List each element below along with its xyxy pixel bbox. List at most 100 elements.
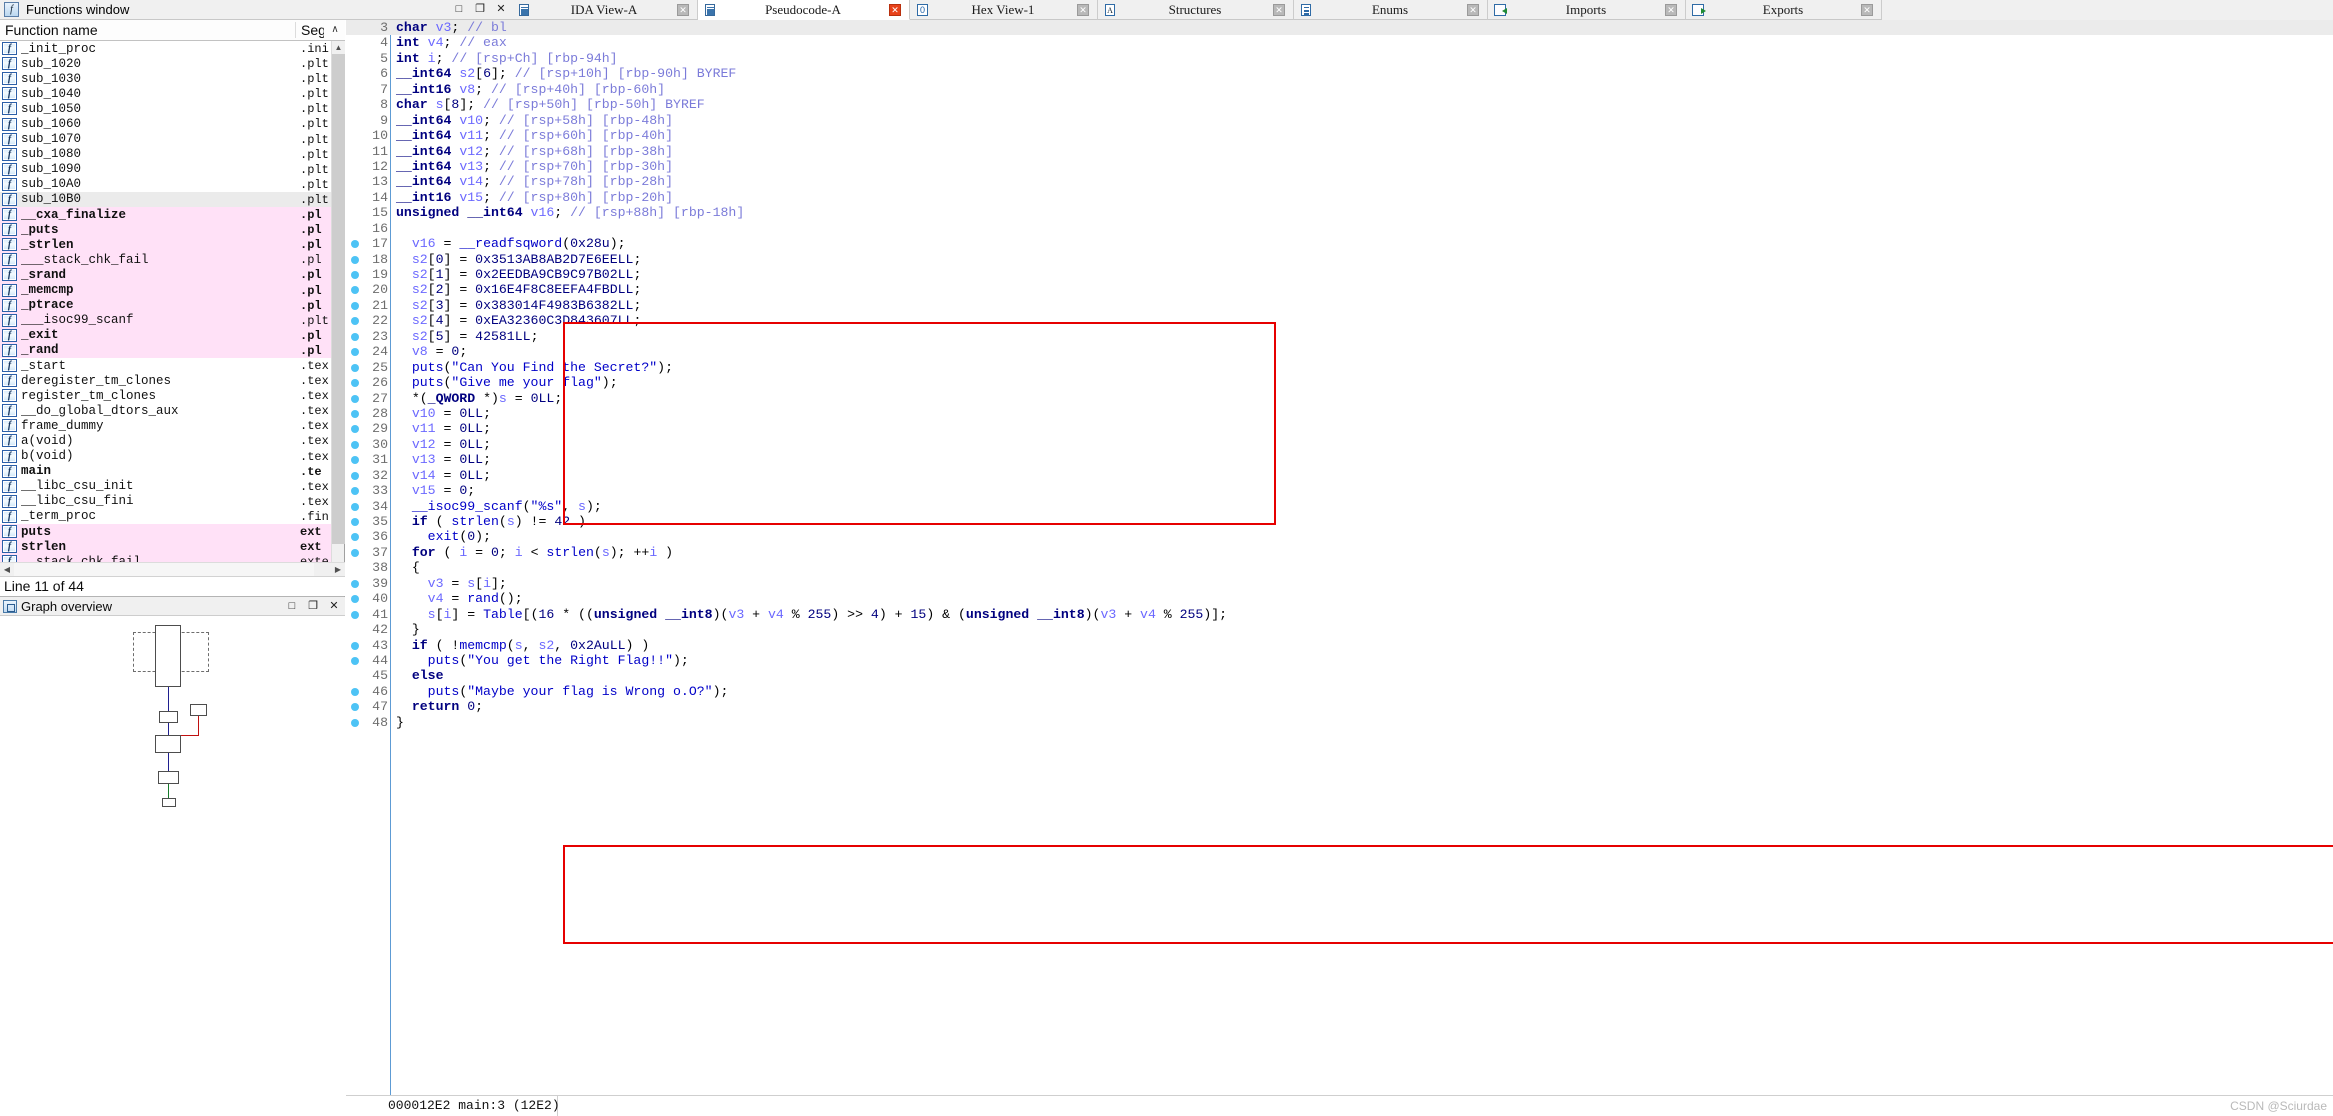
table-row[interactable]: f___stack_chk_fail.pl: [0, 252, 332, 267]
table-row[interactable]: fb(void).tex: [0, 449, 332, 464]
table-row[interactable]: f__libc_csu_init.tex: [0, 479, 332, 494]
code-text[interactable]: puts("Give me your flag");: [396, 375, 618, 390]
code-line[interactable]: 39 v3 = s[i];: [346, 576, 2333, 591]
table-row[interactable]: fframe_dummy.tex: [0, 418, 332, 433]
tab-exports[interactable]: Exports✕: [1686, 0, 1882, 20]
hscrollbar-thumb[interactable]: [14, 563, 314, 577]
graph-overview-restore-button[interactable]: □: [286, 599, 298, 613]
code-line[interactable]: 29 v11 = 0LL;: [346, 421, 2333, 436]
code-line[interactable]: 48}: [346, 715, 2333, 730]
tab-close-button[interactable]: ✕: [677, 4, 689, 16]
code-text[interactable]: else: [396, 668, 443, 683]
code-line[interactable]: 12__int64 v13; // [rsp+70h] [rbp-30h]: [346, 159, 2333, 174]
table-row[interactable]: fsub_1020.plt: [0, 56, 332, 71]
table-row[interactable]: f_start.tex: [0, 358, 332, 373]
code-text[interactable]: s[i] = Table[(16 * ((unsigned __int8)(v3…: [396, 607, 1227, 622]
code-line[interactable]: 37 for ( i = 0; i < strlen(s); ++i ): [346, 545, 2333, 560]
code-text[interactable]: char s[8]; // [rsp+50h] [rbp-50h] BYREF: [396, 97, 705, 112]
table-row[interactable]: f__libc_csu_fini.tex: [0, 494, 332, 509]
code-line[interactable]: 34 __isoc99_scanf("%s", s);: [346, 499, 2333, 514]
code-text[interactable]: int i; // [rsp+Ch] [rbp-94h]: [396, 51, 618, 66]
table-row[interactable]: fsub_1060.plt: [0, 116, 332, 131]
code-line[interactable]: 40 v4 = rand();: [346, 591, 2333, 606]
column-header-function-name[interactable]: Function name: [0, 22, 296, 38]
code-line[interactable]: 5int i; // [rsp+Ch] [rbp-94h]: [346, 51, 2333, 66]
code-text[interactable]: if ( strlen(s) != 42 ): [396, 514, 586, 529]
table-row[interactable]: f_exit.pl: [0, 328, 332, 343]
code-text[interactable]: s2[2] = 0x16E4F8C8EEFA4FBDLL;: [396, 282, 641, 297]
code-text[interactable]: v8 = 0;: [396, 344, 467, 359]
code-line[interactable]: 25 puts("Can You Find the Secret?");: [346, 360, 2333, 375]
code-text[interactable]: s2[0] = 0x3513AB8AB2D7E6EELL;: [396, 252, 641, 267]
table-row[interactable]: fsub_1040.plt: [0, 86, 332, 101]
table-row[interactable]: f_puts.pl: [0, 222, 332, 237]
code-line[interactable]: 26 puts("Give me your flag");: [346, 375, 2333, 390]
code-line[interactable]: 30 v12 = 0LL;: [346, 437, 2333, 452]
scroll-up-arrow-icon[interactable]: ▲: [332, 41, 345, 54]
code-text[interactable]: puts("Maybe your flag is Wrong o.O?");: [396, 684, 728, 699]
functions-list-horizontal-scrollbar[interactable]: ◀ ▶: [0, 562, 345, 576]
code-line[interactable]: 46 puts("Maybe your flag is Wrong o.O?")…: [346, 684, 2333, 699]
code-text[interactable]: puts("You get the Right Flag!!");: [396, 653, 689, 668]
code-text[interactable]: __int16 v15; // [rsp+80h] [rbp-20h]: [396, 190, 673, 205]
table-row[interactable]: f_term_proc.fin: [0, 509, 332, 524]
functions-list-vertical-scrollbar[interactable]: ▲ ▼: [331, 41, 344, 576]
functions-window-float-button[interactable]: ❐: [474, 2, 486, 16]
code-line[interactable]: 28 v10 = 0LL;: [346, 406, 2333, 421]
tab-close-button[interactable]: ✕: [1861, 4, 1873, 16]
code-text[interactable]: s2[5] = 42581LL;: [396, 329, 538, 344]
code-text[interactable]: v3 = s[i];: [396, 576, 507, 591]
code-line[interactable]: 3char v3; // bl: [346, 20, 2333, 35]
sort-arrow-icon[interactable]: ∧: [327, 21, 343, 39]
code-text[interactable]: __int64 v10; // [rsp+58h] [rbp-48h]: [396, 113, 673, 128]
tab-imports[interactable]: Imports✕: [1488, 0, 1686, 20]
table-row[interactable]: fsub_10A0.plt: [0, 177, 332, 192]
code-text[interactable]: __int64 s2[6]; // [rsp+10h] [rbp-90h] BY…: [396, 66, 736, 81]
table-row[interactable]: f_ptrace.pl: [0, 298, 332, 313]
code-line[interactable]: 9__int64 v10; // [rsp+58h] [rbp-48h]: [346, 113, 2333, 128]
table-row[interactable]: fstrlenext: [0, 539, 332, 554]
code-line[interactable]: 7__int16 v8; // [rsp+40h] [rbp-60h]: [346, 82, 2333, 97]
code-text[interactable]: v13 = 0LL;: [396, 452, 491, 467]
table-row[interactable]: fmain.te: [0, 464, 332, 479]
code-text[interactable]: __int64 v11; // [rsp+60h] [rbp-40h]: [396, 128, 673, 143]
table-row[interactable]: f___isoc99_scanf.plt: [0, 313, 332, 328]
code-line[interactable]: 19 s2[1] = 0x2EEDBA9CB9C97B02LL;: [346, 267, 2333, 282]
code-text[interactable]: v12 = 0LL;: [396, 437, 491, 452]
table-row[interactable]: fputsext: [0, 524, 332, 539]
code-text[interactable]: __int16 v8; // [rsp+40h] [rbp-60h]: [396, 82, 665, 97]
tab-ida-view-a[interactable]: IDA View-A✕: [512, 0, 698, 20]
code-line[interactable]: 24 v8 = 0;: [346, 344, 2333, 359]
code-line[interactable]: 23 s2[5] = 42581LL;: [346, 329, 2333, 344]
table-row[interactable]: fderegister_tm_clones.tex: [0, 373, 332, 388]
code-line[interactable]: 11__int64 v12; // [rsp+68h] [rbp-38h]: [346, 144, 2333, 159]
code-line[interactable]: 27 *(_QWORD *)s = 0LL;: [346, 391, 2333, 406]
code-line[interactable]: 45 else: [346, 668, 2333, 683]
code-text[interactable]: unsigned __int64 v16; // [rsp+88h] [rbp-…: [396, 205, 744, 220]
code-line[interactable]: 41 s[i] = Table[(16 * ((unsigned __int8)…: [346, 607, 2333, 622]
code-text[interactable]: __int64 v13; // [rsp+70h] [rbp-30h]: [396, 159, 673, 174]
code-text[interactable]: }: [396, 622, 420, 637]
table-row[interactable]: fsub_1090.plt: [0, 162, 332, 177]
code-line[interactable]: 42 }: [346, 622, 2333, 637]
code-text[interactable]: v16 = __readfsqword(0x28u);: [396, 236, 626, 251]
code-text[interactable]: char v3; // bl: [396, 20, 507, 35]
code-line[interactable]: 21 s2[3] = 0x383014F4983B6382LL;: [346, 298, 2333, 313]
code-line[interactable]: 38 {: [346, 560, 2333, 575]
code-line[interactable]: 36 exit(0);: [346, 529, 2333, 544]
tab-hex-view-1[interactable]: 0Hex View-1✕: [910, 0, 1098, 20]
pseudocode-lines[interactable]: 3char v3; // bl4int v4; // eax5int i; //…: [346, 20, 2333, 730]
scroll-left-arrow-icon[interactable]: ◀: [0, 563, 14, 577]
tab-close-button[interactable]: ✕: [1467, 4, 1479, 16]
functions-list[interactable]: f_init_proc.inifsub_1020.pltfsub_1030.pl…: [0, 41, 332, 576]
table-row[interactable]: fregister_tm_clones.tex: [0, 388, 332, 403]
code-text[interactable]: }: [396, 715, 404, 730]
code-line[interactable]: 31 v13 = 0LL;: [346, 452, 2333, 467]
table-row[interactable]: f__cxa_finalize.pl: [0, 207, 332, 222]
table-row[interactable]: f__do_global_dtors_aux.tex: [0, 403, 332, 418]
tab-close-button[interactable]: ✕: [889, 4, 901, 16]
code-line[interactable]: 33 v15 = 0;: [346, 483, 2333, 498]
code-line[interactable]: 8char s[8]; // [rsp+50h] [rbp-50h] BYREF: [346, 97, 2333, 112]
table-row[interactable]: f_rand.pl: [0, 343, 332, 358]
code-text[interactable]: v14 = 0LL;: [396, 468, 491, 483]
